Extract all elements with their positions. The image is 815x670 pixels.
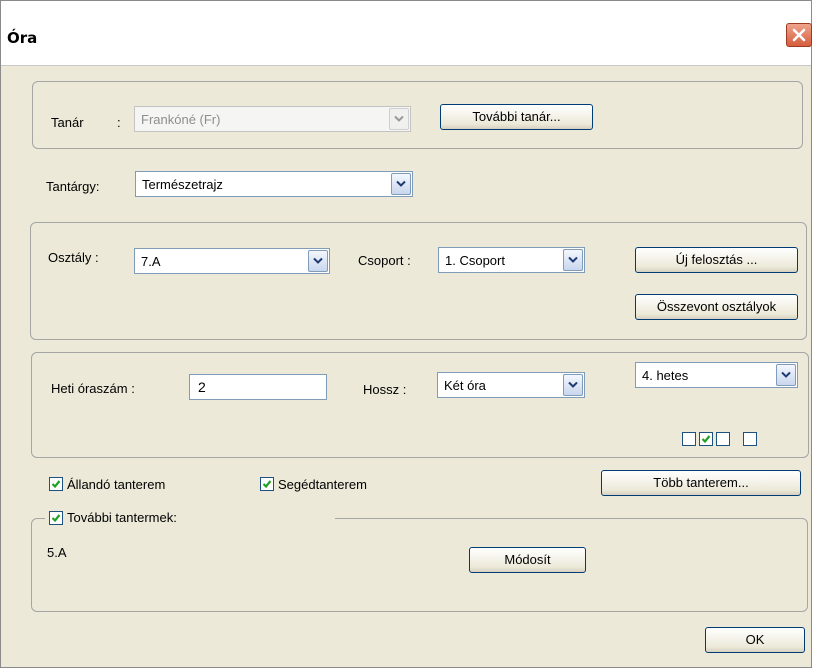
additional-rooms-group — [31, 518, 808, 612]
group-select[interactable]: 1. Csoport — [438, 247, 585, 273]
close-button[interactable] — [786, 23, 812, 47]
teacher-dropdown-arrow[interactable] — [389, 108, 409, 130]
week-dropdown-arrow[interactable] — [776, 364, 796, 386]
subject-select-value: Természetrajz — [142, 177, 223, 192]
additional-rooms-label[interactable]: További tantermek: — [67, 510, 177, 525]
weekly-hours-input[interactable]: 2 — [189, 374, 327, 400]
group-label: Csoport : — [358, 253, 411, 268]
teacher-select-value: Frankóné (Fr) — [141, 112, 221, 127]
chevron-down-icon — [568, 381, 578, 388]
week-select-value: 4. hetes — [642, 368, 689, 383]
aux-room-checkbox[interactable] — [260, 477, 274, 491]
close-icon — [792, 28, 806, 42]
week-checkbox-4[interactable] — [743, 432, 757, 446]
week-checkbox-1[interactable] — [682, 432, 696, 446]
length-select[interactable]: Két óra — [437, 372, 585, 398]
week-checkbox-2[interactable] — [699, 432, 713, 446]
subject-select[interactable]: Természetrajz — [135, 171, 413, 197]
window-title: Óra — [7, 29, 38, 47]
checkmark-icon — [51, 480, 61, 489]
merged-classes-button[interactable]: Összevont osztályok — [635, 294, 798, 320]
week-select[interactable]: 4. hetes — [635, 362, 798, 388]
more-rooms-button[interactable]: Több tanterem... — [601, 470, 801, 496]
additional-rooms-checkbox[interactable] — [49, 511, 63, 525]
checkmark-icon — [262, 480, 272, 489]
more-teachers-button[interactable]: További tanár... — [440, 104, 593, 130]
new-split-button[interactable]: Új felosztás ... — [635, 247, 798, 273]
aux-room-label[interactable]: Segédtanterem — [278, 477, 367, 492]
ok-button[interactable]: OK — [705, 627, 805, 653]
chevron-down-icon — [568, 256, 578, 263]
title-bar[interactable]: Óra — [1, 1, 812, 66]
class-select-value: 7.A — [141, 254, 161, 269]
checkmark-icon — [701, 435, 711, 444]
chevron-down-icon — [394, 115, 404, 122]
teacher-colon: : — [117, 115, 121, 130]
length-label: Hossz : — [363, 382, 407, 397]
chevron-down-icon — [396, 180, 406, 187]
teacher-select[interactable]: Frankóné (Fr) — [134, 106, 411, 132]
group-select-value: 1. Csoport — [445, 253, 505, 268]
class-select[interactable]: 7.A — [134, 248, 330, 274]
teacher-label: Tanár — [51, 115, 84, 130]
length-select-value: Két óra — [444, 378, 486, 393]
dialog-window: Óra Tanár : Frankóné (Fr) További tanár.… — [0, 0, 812, 668]
fixed-room-checkbox[interactable] — [49, 477, 63, 491]
chevron-down-icon — [313, 257, 323, 264]
class-label: Osztály : — [48, 250, 99, 265]
subject-dropdown-arrow[interactable] — [391, 173, 411, 195]
subject-label: Tantárgy: — [46, 179, 100, 194]
weekly-hours-value: 2 — [198, 379, 206, 395]
group-dropdown-arrow[interactable] — [563, 249, 583, 271]
chevron-down-icon — [781, 371, 791, 378]
fixed-room-label[interactable]: Állandó tanterem — [67, 477, 165, 492]
length-dropdown-arrow[interactable] — [563, 374, 583, 396]
additional-rooms-value: 5.A — [47, 545, 67, 560]
week-checkbox-3[interactable] — [716, 432, 730, 446]
class-dropdown-arrow[interactable] — [308, 250, 328, 272]
modify-button[interactable]: Módosít — [469, 547, 586, 573]
class-group — [30, 222, 807, 340]
checkmark-icon — [51, 514, 61, 523]
weekly-hours-label: Heti óraszám : — [51, 381, 135, 396]
